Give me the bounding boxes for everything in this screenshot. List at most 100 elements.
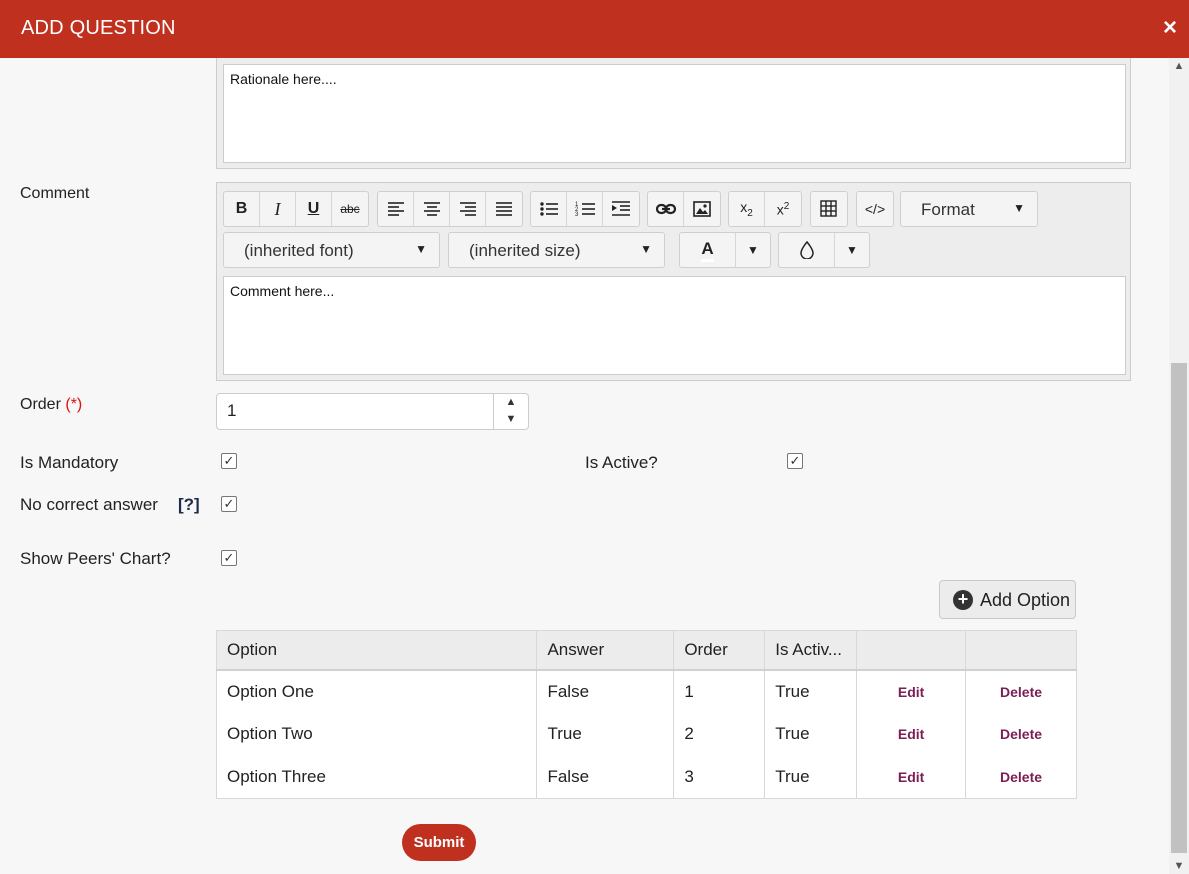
- active-cell: True: [764, 669, 858, 713]
- comment-label: Comment: [20, 185, 90, 202]
- plus-circle-icon: +: [953, 590, 973, 610]
- subscript-icon[interactable]: x2: [729, 192, 765, 226]
- answer-cell: False: [536, 669, 675, 713]
- show-peers-chart-label: Show Peers' Chart?: [20, 549, 171, 568]
- add-option-label: Add Option: [980, 590, 1071, 610]
- option-cell: Option Three: [215, 755, 538, 799]
- is-mandatory-checkbox[interactable]: ✓: [221, 453, 237, 469]
- required-marker: (*): [65, 396, 83, 413]
- column-header-delete: [965, 630, 1077, 671]
- table-row: Option Two True 2 True Edit Delete: [215, 712, 1077, 756]
- increment-icon[interactable]: ▲: [494, 394, 528, 411]
- no-correct-answer-label: No correct answer: [20, 495, 158, 514]
- vertical-scrollbar[interactable]: ▲ ▼: [1169, 58, 1189, 874]
- numbered-list-icon[interactable]: 123: [567, 192, 603, 226]
- options-table: Option Answer Order Is Activ... Option O…: [215, 630, 1077, 799]
- order-cell: 1: [673, 669, 766, 713]
- dialog-titlebar: ADD QUESTION ×: [0, 0, 1189, 58]
- font-color-icon: A: [701, 239, 714, 262]
- background-color-group: ▼: [778, 232, 870, 268]
- table-header-row: Option Answer Order Is Activ...: [215, 630, 1077, 671]
- chevron-down-icon: ▼: [640, 242, 652, 256]
- font-size-value: (inherited size): [469, 241, 581, 260]
- add-option-button[interactable]: + Add Option: [939, 580, 1076, 619]
- font-color-group: A ▼: [679, 232, 771, 268]
- font-family-dropdown[interactable]: (inherited font) ▼: [223, 232, 440, 268]
- source-group: </>: [856, 191, 894, 227]
- table-icon[interactable]: [811, 192, 847, 226]
- bullet-list-icon[interactable]: [531, 192, 567, 226]
- underline-button[interactable]: U: [296, 192, 332, 226]
- column-header-edit: [856, 630, 967, 671]
- active-cell: True: [764, 755, 858, 799]
- submit-button[interactable]: Submit: [402, 824, 476, 861]
- strikethrough-button[interactable]: abc: [332, 192, 368, 226]
- chevron-down-icon: ▼: [415, 242, 427, 256]
- is-active-checkbox[interactable]: ✓: [787, 453, 803, 469]
- chevron-down-icon: ▼: [1013, 201, 1025, 215]
- table-row: Option Three False 3 True Edit Delete: [215, 755, 1077, 799]
- option-cell: Option Two: [215, 712, 538, 756]
- list-group: 123: [530, 191, 640, 227]
- table-group: [810, 191, 848, 227]
- column-header-option[interactable]: Option: [215, 630, 538, 671]
- image-icon[interactable]: [684, 192, 720, 226]
- comment-editor: B I U abc 123 x2 x2 </> Format ▼ (inheri…: [216, 182, 1131, 381]
- indent-icon[interactable]: [603, 192, 639, 226]
- edit-link[interactable]: Edit: [856, 669, 967, 713]
- source-code-icon[interactable]: </>: [857, 192, 893, 226]
- no-correct-answer-checkbox[interactable]: ✓: [221, 496, 237, 512]
- script-group: x2 x2: [728, 191, 802, 227]
- order-label-text: Order: [20, 396, 61, 413]
- background-color-dropdown-caret[interactable]: ▼: [835, 233, 869, 267]
- font-color-button[interactable]: A: [680, 233, 736, 267]
- show-peers-chart-checkbox[interactable]: ✓: [221, 550, 237, 566]
- svg-text:3: 3: [575, 212, 579, 217]
- delete-link[interactable]: Delete: [965, 755, 1077, 799]
- comment-text-area[interactable]: Comment here...: [223, 276, 1126, 375]
- edit-link[interactable]: Edit: [856, 712, 967, 756]
- italic-button[interactable]: I: [260, 192, 296, 226]
- decrement-icon[interactable]: ▼: [494, 411, 528, 428]
- close-icon[interactable]: ×: [1163, 16, 1177, 40]
- alignment-group: [377, 191, 523, 227]
- format-dropdown[interactable]: Format ▼: [900, 191, 1038, 227]
- is-mandatory-label: Is Mandatory: [20, 453, 119, 472]
- order-stepper-arrows: ▲ ▼: [493, 394, 528, 429]
- column-header-answer[interactable]: Answer: [536, 630, 675, 671]
- is-active-label: Is Active?: [585, 453, 658, 472]
- option-cell: Option One: [215, 669, 538, 713]
- font-size-dropdown[interactable]: (inherited size) ▼: [448, 232, 665, 268]
- help-link[interactable]: [?]: [178, 495, 200, 515]
- edit-link[interactable]: Edit: [856, 755, 967, 799]
- scroll-down-icon[interactable]: ▼: [1169, 858, 1189, 874]
- background-color-button[interactable]: [779, 233, 835, 267]
- table-row: Option One False 1 True Edit Delete: [215, 669, 1077, 713]
- dialog-title: ADD QUESTION: [21, 17, 176, 39]
- column-header-order[interactable]: Order: [673, 630, 766, 671]
- active-cell: True: [764, 712, 858, 756]
- scrollbar-thumb[interactable]: [1171, 363, 1187, 853]
- droplet-icon: [799, 241, 814, 259]
- order-label: Order (*): [20, 396, 82, 414]
- order-cell: 2: [673, 712, 766, 756]
- rationale-text-area[interactable]: Rationale here....: [223, 64, 1126, 163]
- superscript-icon[interactable]: x2: [765, 192, 801, 226]
- format-dropdown-label: Format: [921, 200, 975, 219]
- align-right-icon[interactable]: [450, 192, 486, 226]
- align-center-icon[interactable]: [414, 192, 450, 226]
- answer-cell: False: [536, 755, 675, 799]
- delete-link[interactable]: Delete: [965, 712, 1077, 756]
- order-input[interactable]: [227, 401, 487, 421]
- scroll-up-icon[interactable]: ▲: [1169, 58, 1189, 74]
- text-style-group: B I U abc: [223, 191, 369, 227]
- align-justify-icon[interactable]: [486, 192, 522, 226]
- bold-button[interactable]: B: [224, 192, 260, 226]
- delete-link[interactable]: Delete: [965, 669, 1077, 713]
- link-icon[interactable]: [648, 192, 684, 226]
- column-header-is-active[interactable]: Is Activ...: [764, 630, 858, 671]
- font-color-dropdown-caret[interactable]: ▼: [736, 233, 770, 267]
- order-cell: 3: [673, 755, 766, 799]
- font-family-value: (inherited font): [244, 241, 354, 260]
- align-left-icon[interactable]: [378, 192, 414, 226]
